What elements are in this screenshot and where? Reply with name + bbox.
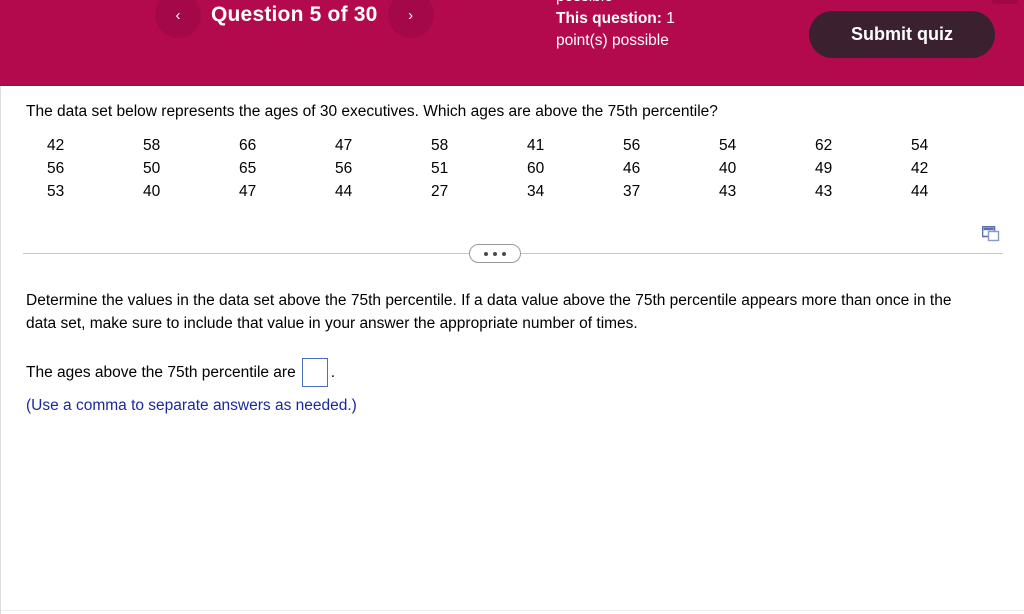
quiz-header: ‹ Question 5 of 30 › possible This quest… [0, 0, 1024, 86]
data-cell: 47 [335, 137, 353, 154]
popout-window-icon[interactable] [981, 225, 1000, 242]
answer-period: . [330, 363, 336, 381]
submit-quiz-button[interactable]: Submit quiz [809, 11, 995, 58]
section-divider [23, 243, 1003, 263]
table-row: 53 40 47 44 27 34 37 43 43 44 [47, 180, 1007, 203]
data-cell: 41 [527, 137, 545, 154]
table-row: 56 50 65 56 51 60 46 40 49 42 [47, 157, 1007, 180]
data-cell: 56 [335, 160, 353, 177]
answer-entry-row: The ages above the 75th percentile are . [26, 358, 335, 387]
quiz-page: ‹ Question 5 of 30 › possible This quest… [0, 0, 1024, 614]
data-cell: 51 [431, 160, 449, 177]
answer-instruction: Determine the values in the data set abo… [26, 292, 952, 332]
data-cell: 50 [143, 160, 161, 177]
question-navigation: ‹ Question 5 of 30 › [155, 0, 434, 38]
data-cell: 65 [239, 160, 257, 177]
points-possible-label: point(s) possible [556, 32, 669, 49]
data-cell: 56 [623, 137, 641, 154]
this-question-label: This question: [556, 10, 662, 27]
data-cell: 37 [623, 183, 641, 200]
data-cell: 40 [143, 183, 161, 200]
data-cell: 43 [719, 183, 737, 200]
data-cell: 44 [335, 183, 353, 200]
data-cell: 42 [911, 160, 929, 177]
data-cell: 56 [47, 160, 65, 177]
data-cell: 58 [431, 137, 449, 154]
expand-section-button[interactable] [469, 244, 521, 263]
data-cell: 34 [527, 183, 545, 200]
data-cell: 43 [815, 183, 833, 200]
data-set-grid: 42 58 66 47 58 41 56 54 62 54 56 50 65 5… [47, 134, 1007, 203]
data-cell: 40 [719, 160, 737, 177]
this-question-value: 1 [666, 10, 675, 27]
data-cell: 49 [815, 160, 833, 177]
data-cell: 58 [143, 137, 161, 154]
previous-question-button[interactable]: ‹ [155, 0, 201, 38]
data-cell: 54 [719, 137, 737, 154]
data-cell: 54 [911, 137, 929, 154]
chevron-right-icon: › [408, 6, 414, 24]
data-cell: 44 [911, 183, 929, 200]
bottom-rule [1, 610, 1024, 611]
answer-prefix-label: The ages above the 75th percentile are [26, 363, 296, 381]
page-title: Question 5 of 30 [211, 3, 378, 26]
data-cell: 60 [527, 160, 545, 177]
data-cell: 66 [239, 137, 257, 154]
data-cell: 42 [47, 137, 65, 154]
next-question-button[interactable]: › [387, 0, 434, 38]
points-info: possible This question: 1 point(s) possi… [556, 0, 806, 52]
header-corner-element [992, 0, 1018, 4]
data-cell: 62 [815, 137, 833, 154]
question-body: The data set below represents the ages o… [0, 86, 1024, 614]
ellipsis-dot-icon [502, 251, 506, 256]
points-clipped-text: possible [556, 0, 806, 8]
answer-format-hint: (Use a comma to separate answers as need… [26, 397, 357, 414]
table-row: 42 58 66 47 58 41 56 54 62 54 [47, 134, 1007, 157]
ellipsis-dot-icon [484, 251, 488, 256]
ellipsis-dot-icon [493, 251, 497, 256]
answer-input[interactable] [301, 358, 328, 387]
question-prompt: The data set below represents the ages o… [26, 103, 718, 120]
data-cell: 46 [623, 160, 641, 177]
chevron-left-icon: ‹ [175, 6, 181, 24]
data-cell: 47 [239, 183, 257, 200]
data-cell: 53 [47, 183, 65, 200]
data-cell: 27 [431, 183, 449, 200]
